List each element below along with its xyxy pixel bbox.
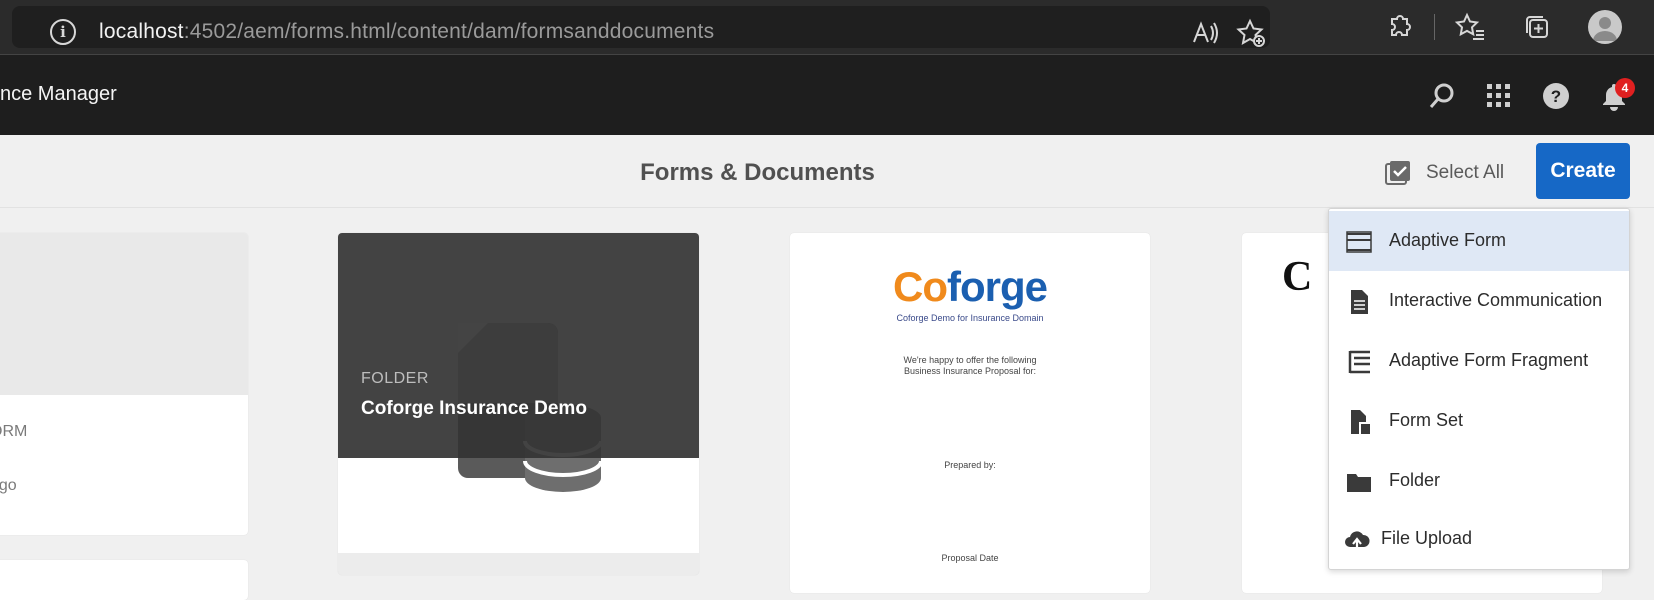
card-logo-text: C (1282, 254, 1313, 300)
notification-badge: 4 (1615, 78, 1635, 98)
read-aloud-icon[interactable] (1188, 16, 1222, 50)
add-favorite-icon[interactable] (1234, 16, 1268, 50)
card-type-label: ORM (0, 423, 28, 440)
select-all-button[interactable]: Select All (1384, 158, 1504, 188)
card-thumbnail (0, 233, 248, 395)
menu-item-interactive-communication[interactable]: Interactive Communication (1329, 271, 1629, 331)
app-header: nce Manager ? (0, 55, 1654, 135)
cloud-upload-icon (1343, 526, 1371, 554)
document-prepared-by: Prepared by: (944, 460, 996, 470)
apps-grid-icon[interactable] (1484, 81, 1514, 111)
form-set-icon (1345, 408, 1373, 436)
help-icon[interactable]: ? (1541, 81, 1571, 111)
card-modified-time: ago (0, 477, 17, 494)
menu-item-adaptive-form[interactable]: Adaptive Form (1329, 211, 1629, 271)
card-type-label: FOLDER (361, 370, 429, 387)
search-icon[interactable] (1427, 81, 1457, 111)
menu-item-form-set[interactable]: Form Set (1329, 391, 1629, 451)
url-text[interactable]: localhost:4502/aem/forms.html/content/da… (99, 20, 714, 44)
action-bar: Forms & Documents Select All Create (0, 135, 1654, 208)
document-text-line: We're happy to offer the following (903, 355, 1037, 365)
folder-icon (1345, 468, 1373, 496)
document-subtitle: Coforge Demo for Insurance Domain (896, 313, 1044, 323)
profile-avatar[interactable] (1588, 10, 1622, 44)
select-all-label: Select All (1426, 162, 1505, 183)
collections-icon[interactable] (1520, 10, 1554, 44)
menu-item-folder[interactable]: Folder (1329, 451, 1629, 511)
asset-card[interactable] (0, 560, 248, 600)
menu-item-file-upload[interactable]: File Upload (1329, 509, 1629, 569)
document-icon (1345, 288, 1373, 316)
select-all-icon (1385, 161, 1410, 185)
extensions-icon[interactable] (1382, 10, 1416, 44)
favorites-icon[interactable] (1454, 10, 1488, 44)
app-title: nce Manager (0, 83, 117, 105)
document-proposal-date: Proposal Date (941, 553, 999, 563)
browser-toolbar: i localhost:4502/aem/forms.html/content/… (0, 0, 1654, 55)
coforge-logo: Coforge (893, 263, 1048, 310)
create-menu: Adaptive Form Interactive Communication … (1328, 208, 1630, 570)
page-title: Forms & Documents (640, 159, 875, 186)
menu-item-adaptive-form-fragment[interactable]: Adaptive Form Fragment (1329, 331, 1629, 391)
card-title: Coforge Insurance Demo (361, 398, 587, 419)
asset-card[interactable]: ORM ago (0, 233, 248, 535)
document-card[interactable]: Coforge Coforge Demo for Insurance Domai… (790, 233, 1150, 593)
folder-card[interactable]: FOLDER Coforge Insurance Demo (338, 233, 699, 575)
toolbar-separator (1434, 14, 1435, 40)
form-fragment-icon (1345, 348, 1373, 376)
address-bar[interactable]: i localhost:4502/aem/forms.html/content/… (12, 6, 1270, 48)
create-button[interactable]: Create (1536, 143, 1630, 199)
adaptive-form-icon (1345, 228, 1373, 256)
svg-text:?: ? (1551, 87, 1561, 106)
info-icon[interactable]: i (50, 19, 76, 45)
document-text-line: Business Insurance Proposal for: (903, 366, 1037, 376)
